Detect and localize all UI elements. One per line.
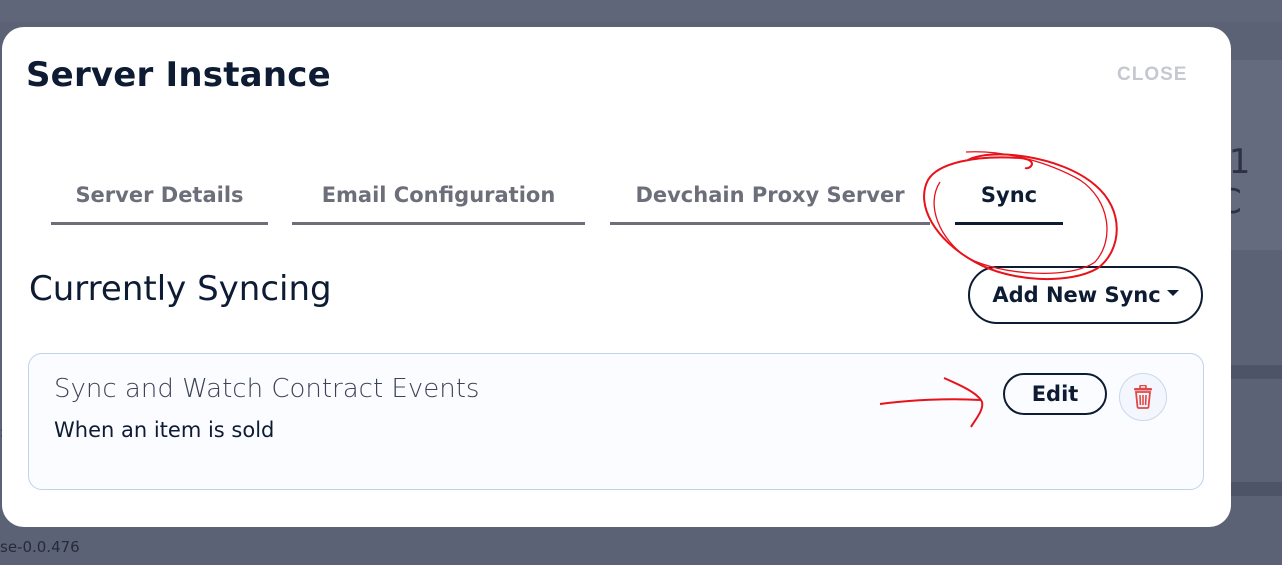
- close-button[interactable]: CLOSE: [1117, 64, 1187, 86]
- sync-item-description: When an item is sold: [54, 418, 275, 442]
- tab-server-details[interactable]: Server Details: [51, 177, 268, 225]
- tab-email-configuration[interactable]: Email Configuration: [292, 177, 585, 225]
- background-version-label: se-0.0.476: [0, 538, 80, 556]
- modal-title: Server Instance: [26, 55, 331, 95]
- add-new-sync-button[interactable]: Add New Sync: [968, 266, 1203, 324]
- trash-icon: [1134, 385, 1152, 409]
- edit-button[interactable]: Edit: [1003, 373, 1107, 415]
- background-divider: [1230, 365, 1282, 379]
- tab-sync[interactable]: Sync: [955, 177, 1063, 225]
- delete-button[interactable]: [1119, 373, 1167, 421]
- sync-item-card: Sync and Watch Contract Events When an i…: [28, 353, 1204, 490]
- add-new-sync-label: Add New Sync: [992, 283, 1161, 307]
- sync-item-title: Sync and Watch Contract Events: [54, 374, 480, 404]
- tab-devchain-proxy-server[interactable]: Devchain Proxy Server: [610, 177, 930, 225]
- section-title: Currently Syncing: [29, 269, 332, 309]
- background-header: [0, 0, 1282, 22]
- background-divider: [1230, 482, 1282, 496]
- chevron-down-icon: [1166, 290, 1179, 296]
- server-instance-modal: Server Instance CLOSE Server Details Ema…: [2, 27, 1231, 527]
